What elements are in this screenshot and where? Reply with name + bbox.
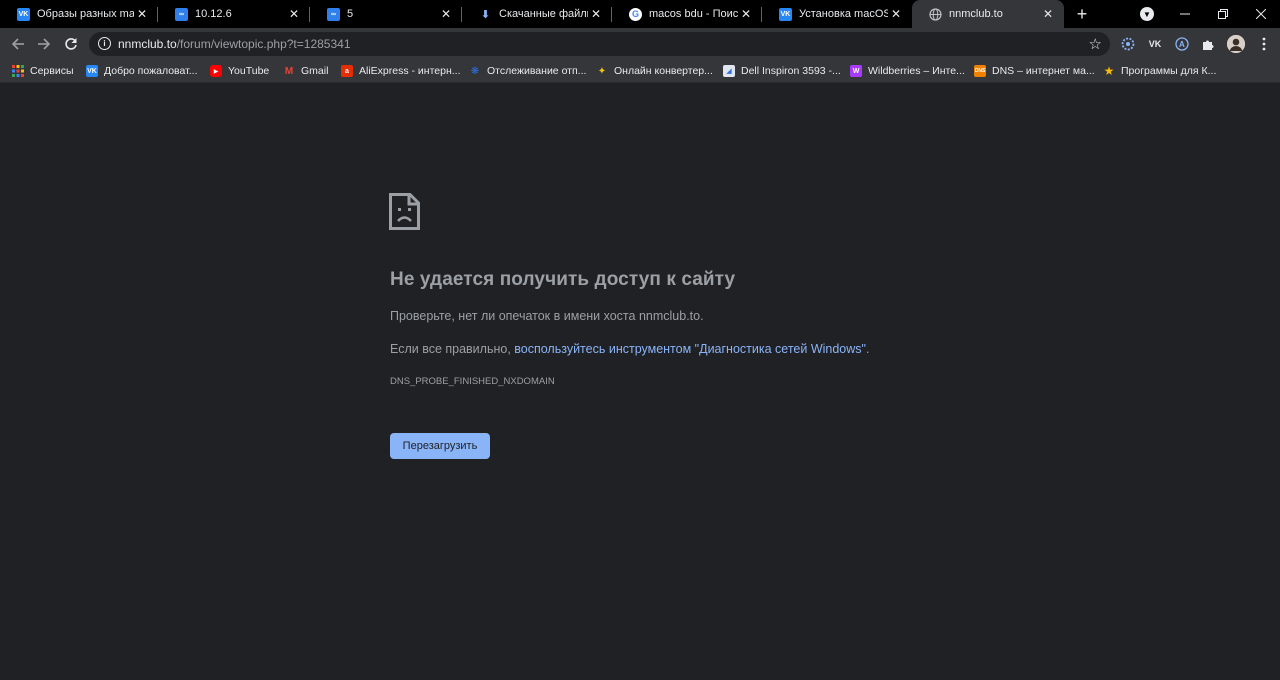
tab-title: Установка macOS на: [799, 8, 888, 20]
close-icon[interactable]: ✕: [888, 6, 904, 22]
star-icon: ★: [1103, 64, 1115, 78]
converter-icon: ✦: [597, 65, 607, 77]
tab-1[interactable]: ∞ 10.12.6 ✕: [158, 0, 310, 28]
aliexpress-icon: a: [341, 65, 353, 77]
address-bar[interactable]: i nnmclub.to/forum/viewtopic.php?t=12853…: [89, 32, 1110, 56]
reload-page-button[interactable]: Перезагрузить: [390, 433, 490, 459]
telegraph-icon: ∞: [327, 7, 340, 21]
bookmark-label: Сервисы: [30, 65, 74, 77]
bookmark-aliexpress[interactable]: a AliExpress - интерн...: [341, 63, 461, 79]
bookmark-label: Добро пожаловат...: [104, 65, 198, 77]
bookmark-dell[interactable]: ◢ Dell Inspiron 3593 -...: [723, 63, 841, 79]
tab-title: macos bdu - Поиск в: [649, 8, 738, 20]
tab-0[interactable]: VK Образы разных macOS ✕: [0, 0, 158, 28]
forward-button[interactable]: [34, 34, 54, 54]
url-path: /forum/viewtopic.php?t=1285341: [176, 37, 351, 51]
diagnostics-prefix: Если все правильно,: [390, 342, 515, 356]
tab-title: 10.12.6: [195, 8, 232, 20]
error-hint-diagnostics: Если все правильно, воспользуйтесь инстр…: [390, 342, 869, 356]
bookmark-services[interactable]: Сервисы: [12, 63, 74, 79]
tab-2[interactable]: ∞ 5 ✕: [310, 0, 462, 28]
close-icon[interactable]: ✕: [134, 6, 150, 22]
reload-icon: [65, 38, 77, 50]
reload-button[interactable]: [61, 34, 81, 54]
tab-strip: VK Образы разных macOS ✕ ∞ 10.12.6 ✕ ∞ 5…: [0, 0, 1280, 28]
tab-title: nnmclub.to: [949, 8, 1003, 20]
bookmark-label: Dell Inspiron 3593 -...: [741, 65, 841, 77]
close-window-button[interactable]: [1244, 0, 1278, 28]
url-host: nnmclub.to: [118, 37, 177, 51]
google-icon: G: [629, 7, 642, 21]
gmail-icon: M: [284, 65, 294, 77]
bookmark-converter[interactable]: ✦ Онлайн конвертер...: [596, 63, 713, 79]
close-icon[interactable]: ✕: [286, 6, 302, 22]
bookmark-tracking[interactable]: ❋ Отслеживание отп...: [469, 63, 587, 79]
url-text[interactable]: nnmclub.to/forum/viewtopic.php?t=1285341: [118, 37, 351, 51]
close-icon[interactable]: ✕: [438, 6, 454, 22]
close-icon[interactable]: ✕: [738, 6, 754, 22]
dns-icon: DNS: [974, 65, 986, 77]
profile-avatar[interactable]: [1227, 35, 1245, 53]
tab-title: Образы разных macOS: [37, 8, 134, 20]
error-heading: Не удается получить доступ к сайту: [390, 269, 736, 290]
bookmark-label: Gmail: [301, 65, 329, 77]
svg-text:A: A: [1179, 40, 1185, 49]
new-tab-button[interactable]: +: [1072, 4, 1092, 24]
translate-extension-icon[interactable]: A: [1174, 36, 1190, 52]
tab-4[interactable]: G macos bdu - Поиск в ✕: [612, 0, 762, 28]
extension-gear-icon[interactable]: [1120, 36, 1136, 52]
close-icon[interactable]: ✕: [1040, 6, 1056, 22]
apps-grid-icon: [12, 65, 24, 77]
restore-button[interactable]: [1206, 0, 1240, 28]
bookmark-label: Программы для К...: [1121, 65, 1217, 77]
bookmark-label: Онлайн конвертер...: [614, 65, 713, 77]
sad-page-icon: [389, 193, 420, 235]
bookmark-label: AliExpress - интерн...: [359, 65, 461, 77]
puzzle-extensions-icon[interactable]: [1200, 36, 1216, 52]
bookmark-label: Wildberries – Инте...: [868, 65, 965, 77]
error-code: DNS_PROBE_FINISHED_NXDOMAIN: [390, 376, 555, 387]
tab-3[interactable]: ⬇ Скачанные файлы ✕: [462, 0, 612, 28]
error-hint-typo: Проверьте, нет ли опечаток в имени хоста…: [390, 309, 704, 323]
menu-kebab-icon[interactable]: [1256, 36, 1272, 52]
tab-6-active[interactable]: nnmclub.to ✕: [912, 0, 1064, 28]
bookmark-wildberries[interactable]: W Wildberries – Инте...: [850, 63, 965, 79]
bookmark-youtube[interactable]: ▶ YouTube: [210, 63, 269, 79]
bookmark-label: YouTube: [228, 65, 270, 77]
bookmark-label: DNS – интернет ма...: [992, 65, 1095, 77]
vk-icon: VK: [779, 7, 792, 21]
info-icon[interactable]: i: [98, 37, 111, 50]
vk-icon: VK: [86, 65, 98, 77]
vk-icon: VK: [17, 7, 30, 21]
bookmark-dns[interactable]: DNS DNS – интернет ма...: [974, 63, 1095, 79]
diagnostics-suffix: .: [865, 342, 870, 356]
network-diagnostics-link[interactable]: воспользуйтесь инструментом "Диагностика…: [514, 342, 866, 356]
youtube-icon: ▶: [210, 65, 222, 77]
error-page: Не удается получить доступ к сайту Прове…: [0, 83, 1280, 680]
arrow-left-icon: [11, 38, 24, 50]
tab-search-button[interactable]: ▼: [1140, 7, 1154, 21]
bookmark-star-icon[interactable]: ☆: [1089, 35, 1102, 53]
bookmark-gmail[interactable]: M Gmail: [283, 63, 329, 79]
bookmarks-bar: Сервисы VK Добро пожаловат... ▶ YouTube …: [0, 60, 1280, 83]
dell-icon: ◢: [723, 65, 735, 77]
bookmark-label: Отслеживание отп...: [487, 65, 587, 77]
globe-icon: [929, 7, 942, 21]
tab-5[interactable]: VK Установка macOS на ✕: [762, 0, 912, 28]
bookmark-vk[interactable]: VK Добро пожаловат...: [86, 63, 198, 79]
tab-title: Скачанные файлы: [499, 8, 588, 20]
tab-title: 5: [347, 8, 354, 20]
tracking-icon: ❋: [470, 65, 480, 77]
vk-extension-icon[interactable]: VK: [1147, 36, 1163, 52]
download-icon: ⬇: [480, 8, 491, 21]
close-icon[interactable]: ✕: [588, 6, 604, 22]
wildberries-icon: W: [850, 65, 862, 77]
toolbar: i nnmclub.to/forum/viewtopic.php?t=12853…: [0, 28, 1280, 60]
telegraph-icon: ∞: [175, 7, 188, 21]
arrow-right-icon: [38, 38, 51, 50]
bookmark-programs[interactable]: ★ Программы для К...: [1103, 63, 1217, 79]
minimize-button[interactable]: [1168, 0, 1202, 28]
back-button[interactable]: [8, 34, 28, 54]
